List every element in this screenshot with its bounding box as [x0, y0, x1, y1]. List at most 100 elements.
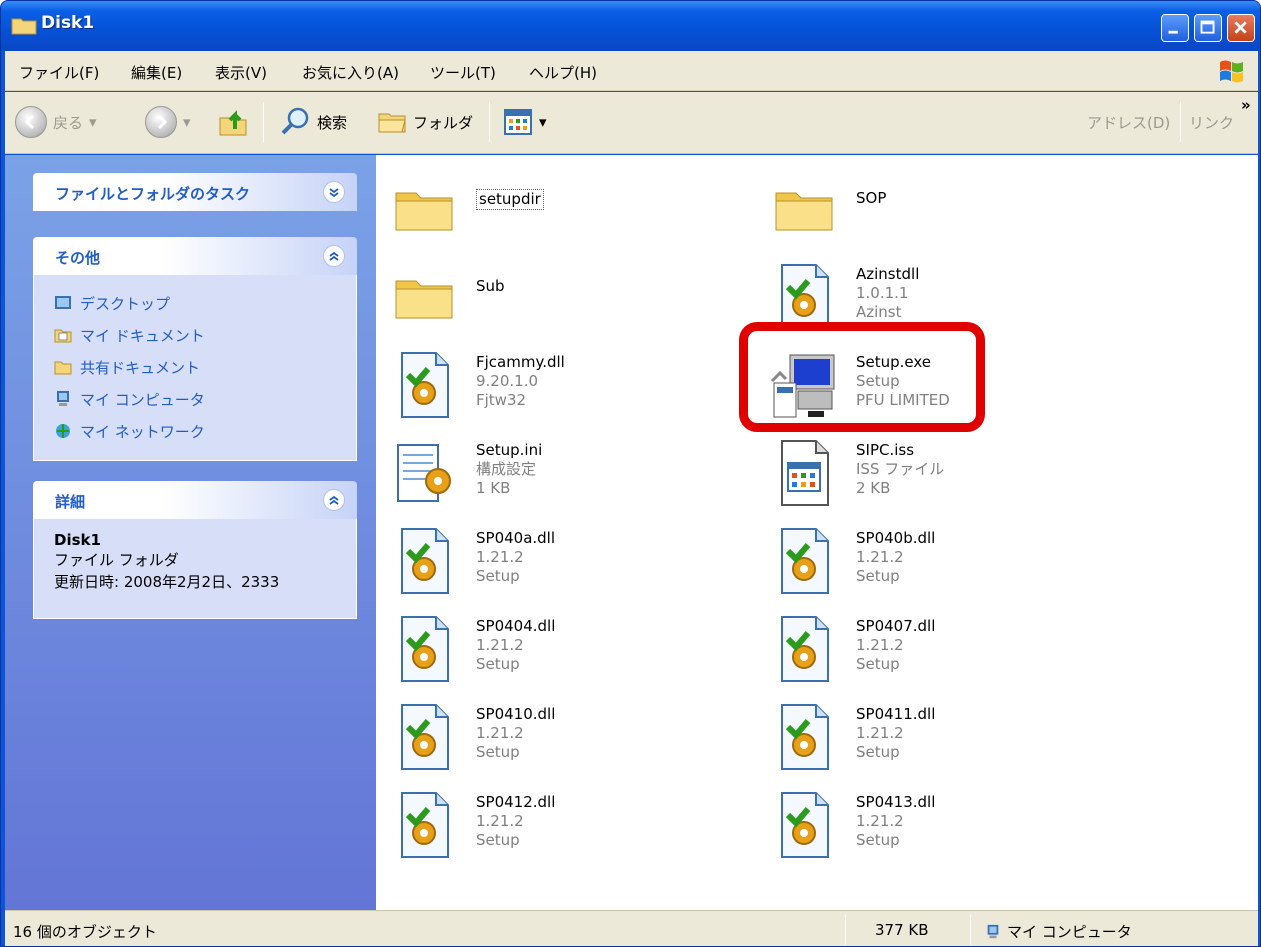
file-item[interactable]: Fjcammy.dll 9.20.1.0 Fjtw32 — [388, 341, 748, 425]
file-tasks-header[interactable]: ファイルとフォルダのタスク — [33, 173, 357, 211]
link-desktop-label: デスクトップ — [80, 294, 171, 313]
menu-help[interactable]: ヘルプ(H) — [529, 62, 597, 83]
link-my-computer[interactable]: マイ コンピュータ — [54, 383, 336, 415]
details-panel: 詳細 Disk1 ファイル フォルダ 更新日時: 2008年2月2日、2333 — [33, 481, 357, 619]
file-detail: 1.21.2 — [856, 724, 904, 742]
link-desktop[interactable]: デスクトップ — [54, 287, 336, 319]
file-item[interactable]: Setup.ini 構成設定 1 KB — [388, 429, 748, 513]
folders-button[interactable]: フォルダ — [377, 104, 473, 140]
shared-folder-icon — [54, 361, 72, 375]
search-button[interactable]: 検索 — [279, 104, 347, 140]
file-subdetail: 1 KB — [476, 479, 511, 497]
menu-edit[interactable]: 編集(E) — [131, 62, 182, 83]
file-name: setupdir — [476, 189, 544, 210]
file-meta: SP0410.dll 1.21.2 Setup — [476, 705, 555, 762]
close-button[interactable] — [1227, 14, 1255, 42]
my-documents-icon — [54, 329, 72, 343]
file-subdetail: Setup — [856, 567, 900, 585]
collapse-chevron-icon[interactable] — [323, 245, 345, 267]
search-icon — [281, 107, 309, 135]
folder-icon — [388, 173, 460, 245]
toolbar-chevron[interactable]: » — [1241, 96, 1251, 114]
file-detail: 1.0.1.1 — [856, 284, 909, 302]
status-bar: 16 個のオブジェクト 377 KB マイ コンピュータ — [5, 910, 1258, 946]
links-label[interactable]: リンク — [1189, 112, 1234, 133]
other-places-panel: その他 デスクトップ マイ ドキュメント 共有ドキュメント マイ コンピュータ … — [33, 237, 357, 461]
my-computer-icon — [987, 924, 999, 938]
file-item[interactable]: SIPC.iss ISS ファイル 2 KB — [768, 429, 1128, 513]
file-detail: 1.21.2 — [476, 812, 524, 830]
views-icon — [504, 109, 532, 135]
desktop-icon — [55, 296, 71, 309]
file-detail: 1.21.2 — [476, 636, 524, 654]
file-detail: 1.21.2 — [856, 636, 904, 654]
forward-button[interactable]: ▾ — [145, 104, 191, 140]
file-name: Fjcammy.dll — [476, 353, 565, 371]
back-button[interactable]: 戻る ▾ — [15, 104, 97, 140]
link-my-network-label: マイ ネットワーク — [80, 422, 205, 441]
expand-chevron-icon[interactable] — [323, 181, 345, 203]
link-shared-documents-label: 共有ドキュメント — [80, 358, 201, 377]
menu-file[interactable]: ファイル(F) — [19, 62, 99, 83]
file-item[interactable]: SOP — [768, 165, 1128, 249]
dll-icon — [388, 349, 460, 421]
file-item[interactable]: SP0411.dll 1.21.2 Setup — [768, 693, 1128, 777]
menu-tools[interactable]: ツール(T) — [430, 62, 496, 83]
file-item[interactable]: SP040b.dll 1.21.2 Setup — [768, 517, 1128, 601]
file-item[interactable]: setupdir — [388, 165, 748, 249]
up-folder-icon — [219, 110, 247, 136]
dll-icon — [388, 701, 460, 773]
file-subdetail: Setup — [856, 655, 900, 673]
file-item[interactable]: SP0412.dll 1.21.2 Setup — [388, 781, 748, 865]
menu-view[interactable]: 表示(V) — [215, 62, 267, 83]
views-button[interactable]: ▾ — [503, 104, 547, 140]
link-my-network[interactable]: マイ ネットワーク — [54, 415, 336, 447]
toolbar: 戻る ▾ ▾ 検索 フォルダ ▾ アドレス(D) リンク » — [5, 92, 1258, 154]
file-name: Sub — [476, 277, 505, 295]
title-bar[interactable]: Disk1 — [1, 1, 1260, 51]
file-subdetail: Setup — [856, 743, 900, 761]
file-detail: 1.21.2 — [856, 812, 904, 830]
file-meta: SP0412.dll 1.21.2 Setup — [476, 793, 555, 850]
file-item[interactable]: SP0407.dll 1.21.2 Setup — [768, 605, 1128, 689]
link-my-computer-label: マイ コンピュータ — [80, 390, 205, 409]
toolbar-separator — [1180, 102, 1181, 142]
highlight-box — [739, 322, 985, 432]
collapse-chevron-icon[interactable] — [323, 489, 345, 511]
details-header[interactable]: 詳細 — [33, 481, 357, 519]
minimize-button[interactable] — [1161, 14, 1189, 42]
maximize-icon — [1200, 20, 1215, 34]
file-item[interactable]: SP0413.dll 1.21.2 Setup — [768, 781, 1128, 865]
back-dropdown-icon: ▾ — [89, 113, 97, 131]
up-folder-button[interactable] — [217, 104, 251, 140]
other-places-header[interactable]: その他 — [33, 237, 357, 275]
status-size: 377 KB — [875, 921, 929, 939]
folders-icon — [378, 113, 406, 133]
address-label[interactable]: アドレス(D) — [1087, 112, 1170, 133]
file-name: SP0412.dll — [476, 793, 556, 811]
file-item[interactable]: Sub — [388, 253, 748, 337]
file-item[interactable]: SP040a.dll 1.21.2 Setup — [388, 517, 748, 601]
maximize-button[interactable] — [1194, 14, 1222, 42]
link-shared-documents[interactable]: 共有ドキュメント — [54, 351, 336, 383]
file-item[interactable]: SP0404.dll 1.21.2 Setup — [388, 605, 748, 689]
forward-dropdown-icon: ▾ — [183, 113, 191, 131]
link-my-documents[interactable]: マイ ドキュメント — [54, 319, 336, 351]
file-subdetail: Setup — [476, 655, 520, 673]
status-separator — [970, 915, 971, 945]
folder-icon — [768, 173, 840, 245]
task-pane: ファイルとフォルダのタスク その他 デスクトップ マイ ドキュメント 共有ドキュ… — [5, 155, 376, 910]
file-name: SP0404.dll — [476, 617, 556, 635]
file-subdetail: Setup — [476, 567, 520, 585]
folders-label: フォルダ — [413, 113, 474, 132]
file-name: SIPC.iss — [856, 441, 915, 459]
file-name: SP040b.dll — [856, 529, 936, 547]
dll-icon — [768, 701, 840, 773]
window-title: Disk1 — [41, 13, 95, 33]
link-my-documents-label: マイ ドキュメント — [80, 326, 205, 345]
dll-icon — [388, 525, 460, 597]
file-name: SP040a.dll — [476, 529, 556, 547]
file-name: SP0410.dll — [476, 705, 556, 723]
menu-favorites[interactable]: お気に入り(A) — [302, 62, 399, 83]
file-item[interactable]: SP0410.dll 1.21.2 Setup — [388, 693, 748, 777]
